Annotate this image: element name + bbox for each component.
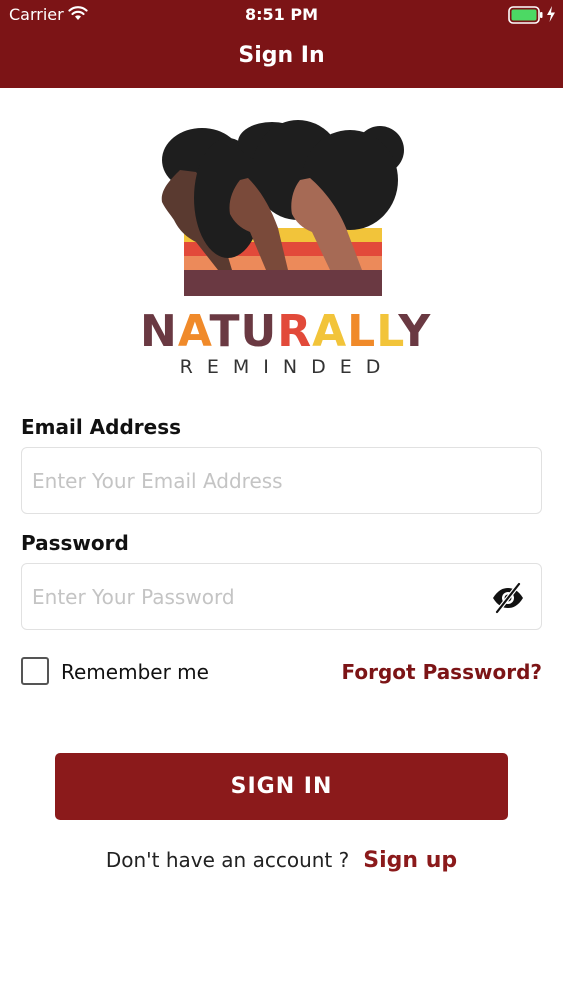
page-title: Sign In (238, 43, 325, 68)
header-bar: Carrier 8:51 PM Sign In (0, 0, 563, 88)
eye-slash-icon[interactable] (491, 581, 525, 615)
status-bar: Carrier 8:51 PM (0, 0, 563, 30)
password-input[interactable] (22, 564, 541, 629)
email-input[interactable] (22, 448, 541, 513)
logo-subtitle: REMINDED (179, 356, 395, 378)
email-field-container (21, 447, 542, 514)
battery-icon (508, 6, 543, 24)
sign-up-link[interactable]: Sign up (363, 848, 457, 873)
clock-time: 8:51 PM (244, 5, 318, 24)
sign-in-screen: Carrier 8:51 PM Sign In NATURALLY REMIND… (0, 0, 563, 1000)
password-field-container (21, 563, 542, 630)
signup-row: Don't have an account ? Sign up (0, 848, 563, 873)
email-label: Email Address (21, 415, 182, 439)
remember-me-label[interactable]: Remember me (61, 660, 209, 684)
charging-bolt-icon (547, 6, 555, 22)
women-silhouettes-illustration (161, 120, 404, 296)
naturally-reminded-logo: NATURALLY REMINDED (140, 110, 432, 385)
signup-prompt: Don't have an account ? (105, 848, 350, 872)
sign-in-button[interactable]: SIGN IN (55, 753, 508, 820)
logo-wordmark: NATURALLY (140, 306, 432, 357)
password-label: Password (21, 531, 129, 555)
remember-me-checkbox[interactable] (21, 657, 49, 685)
forgot-password-link[interactable]: Forgot Password? (342, 660, 542, 684)
